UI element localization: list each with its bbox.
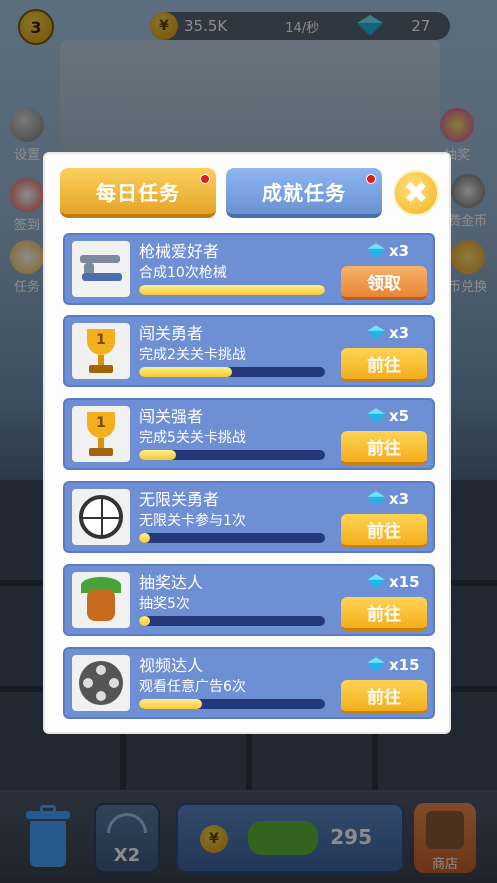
notification-dot — [366, 174, 376, 184]
progress-bar — [139, 367, 325, 377]
task-row: 1 闯关勇者 完成2关关卡挑战 x3 前往 — [63, 315, 435, 387]
notification-dot — [200, 174, 210, 184]
progress-bar — [139, 533, 325, 543]
go-button[interactable]: 前往 — [341, 431, 427, 465]
trophy-icon: 1 — [72, 323, 130, 379]
task-row: 视频达人 观看任意广告6次 x15 前往 — [63, 647, 435, 719]
film-reel-icon — [72, 655, 130, 711]
claim-button[interactable]: 领取 — [341, 266, 427, 300]
diamond-icon — [367, 408, 386, 424]
mask-icon — [72, 572, 130, 628]
diamond-icon — [367, 574, 386, 590]
tab-achievement-tasks[interactable]: 成就任务 — [226, 168, 382, 218]
progress-bar — [139, 699, 325, 709]
task-row: 枪械爱好者 合成10次枪械 x3 领取 — [63, 233, 435, 305]
diamond-icon — [367, 491, 386, 507]
guns-icon — [72, 241, 130, 297]
close-icon: ✖ — [403, 175, 429, 211]
diamond-icon — [367, 325, 386, 341]
reward: x3 — [367, 488, 409, 510]
tab-daily-tasks[interactable]: 每日任务 — [60, 168, 216, 218]
dial-icon — [72, 489, 130, 545]
task-row: 无限关勇者 无限关卡参与1次 x3 前往 — [63, 481, 435, 553]
trophy-icon: 1 — [72, 406, 130, 462]
go-button[interactable]: 前往 — [341, 680, 427, 714]
go-button[interactable]: 前往 — [341, 348, 427, 382]
progress-bar — [139, 616, 325, 626]
reward: x15 — [367, 654, 420, 676]
task-row: 抽奖达人 抽奖5次 x15 前往 — [63, 564, 435, 636]
diamond-icon — [367, 243, 386, 259]
task-row: 1 闯关强者 完成5关关卡挑战 x5 前往 — [63, 398, 435, 470]
diamond-icon — [367, 657, 386, 673]
go-button[interactable]: 前往 — [341, 514, 427, 548]
go-button[interactable]: 前往 — [341, 597, 427, 631]
reward: x3 — [367, 322, 409, 344]
reward: x15 — [367, 571, 420, 593]
reward: x3 — [367, 240, 409, 262]
reward: x5 — [367, 405, 409, 427]
close-button[interactable]: ✖ — [393, 170, 439, 216]
progress-bar — [139, 285, 325, 295]
progress-bar — [139, 450, 325, 460]
